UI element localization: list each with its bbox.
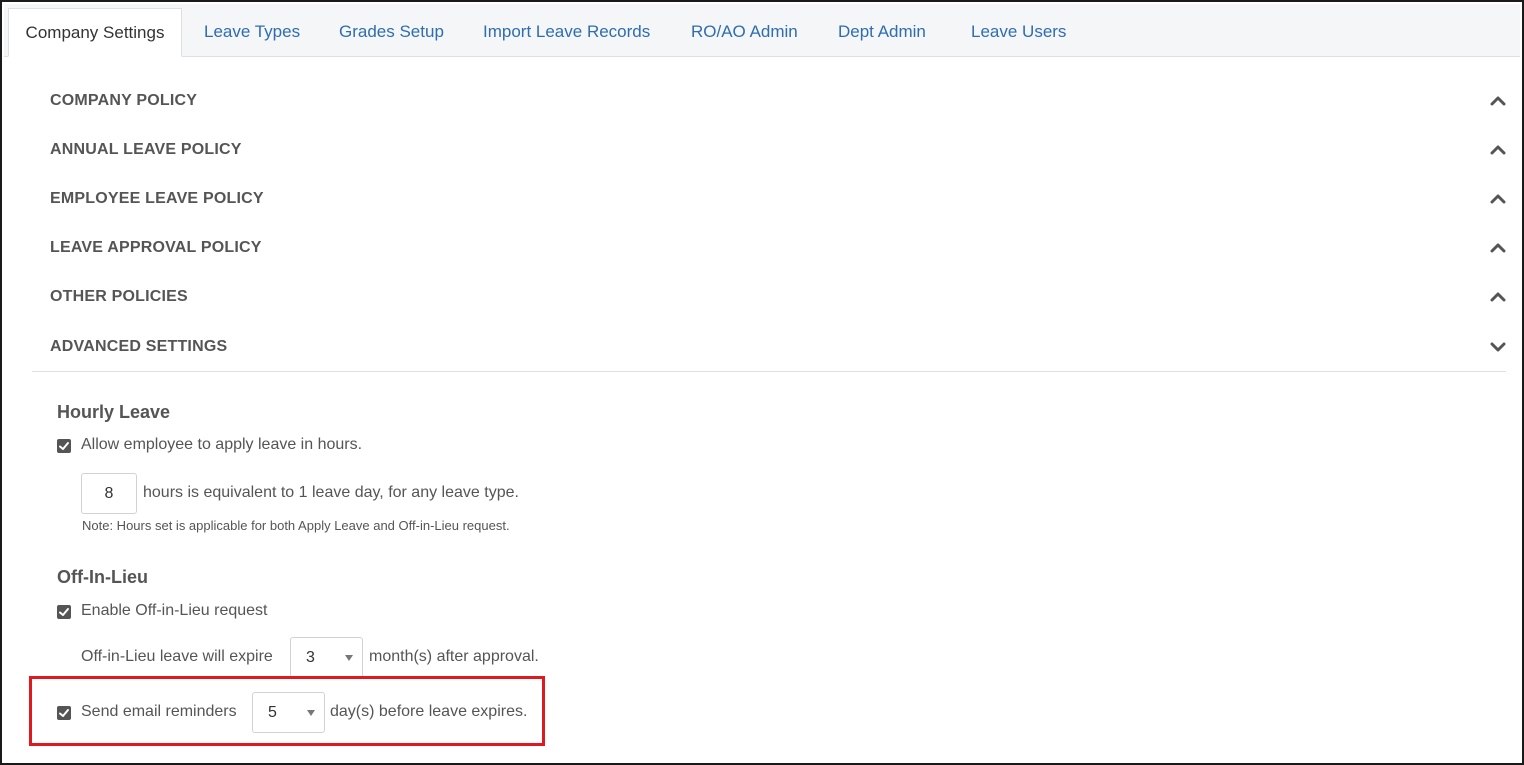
accordion-title: ADVANCED SETTINGS: [50, 338, 228, 355]
hours-note: Note: Hours set is applicable for both A…: [82, 518, 510, 533]
enable-off-in-lieu-label: Enable Off-in-Lieu request: [81, 602, 268, 619]
expire-prefix-label: Off-in-Lieu leave will expire: [81, 648, 273, 665]
accordion-title: LEAVE APPROVAL POLICY: [50, 239, 262, 256]
accordion-annual-leave-policy[interactable]: ANNUAL LEAVE POLICY: [50, 130, 1506, 170]
hours-per-day-input[interactable]: 8: [81, 473, 137, 514]
chevron-up-icon[interactable]: [1490, 93, 1506, 109]
accordion-employee-leave-policy[interactable]: EMPLOYEE LEAVE POLICY: [50, 179, 1506, 219]
tab-leave-users[interactable]: Leave Users: [971, 8, 1066, 57]
accordion-leave-approval-policy[interactable]: LEAVE APPROVAL POLICY: [50, 228, 1506, 268]
tab-import-leave-records[interactable]: Import Leave Records: [483, 8, 650, 57]
chevron-up-icon[interactable]: [1490, 289, 1506, 305]
chevron-up-icon[interactable]: [1490, 142, 1506, 158]
accordion-title: COMPANY POLICY: [50, 92, 198, 109]
section-divider: [32, 371, 1506, 372]
accordion-title: OTHER POLICIES: [50, 288, 188, 305]
tab-dept-admin[interactable]: Dept Admin: [838, 8, 926, 57]
settings-window: Company Settings Leave Types Grades Setu…: [0, 0, 1524, 765]
chevron-down-icon[interactable]: [1490, 339, 1506, 355]
tab-company-settings[interactable]: Company Settings: [8, 8, 182, 57]
hourly-leave-heading: Hourly Leave: [57, 402, 171, 422]
accordion-title: EMPLOYEE LEAVE POLICY: [50, 190, 264, 207]
chevron-up-icon[interactable]: [1490, 240, 1506, 256]
caret-down-icon: [345, 655, 353, 661]
highlight-box: [29, 676, 545, 746]
expire-suffix-label: month(s) after approval.: [369, 648, 539, 665]
chevron-up-icon[interactable]: [1490, 191, 1506, 207]
expire-months-value: 3: [306, 649, 315, 666]
check-icon: [59, 442, 69, 450]
allow-hourly-checkbox[interactable]: [57, 439, 71, 453]
tab-bar: Company Settings Leave Types Grades Setu…: [4, 4, 1520, 57]
accordion-title: ANNUAL LEAVE POLICY: [50, 141, 242, 158]
tab-ro-ao-admin[interactable]: RO/AO Admin: [691, 8, 798, 57]
accordion-company-policy[interactable]: COMPANY POLICY: [50, 81, 1506, 121]
enable-off-in-lieu-checkbox[interactable]: [57, 605, 71, 619]
allow-hourly-label: Allow employee to apply leave in hours.: [81, 436, 363, 453]
hours-equivalent-label: hours is equivalent to 1 leave day, for …: [143, 484, 519, 501]
check-icon: [59, 608, 69, 616]
tab-grades-setup[interactable]: Grades Setup: [339, 8, 444, 57]
accordion-other-policies[interactable]: OTHER POLICIES: [50, 277, 1506, 317]
tab-leave-types[interactable]: Leave Types: [204, 8, 300, 57]
off-in-lieu-heading: Off-In-Lieu: [57, 567, 148, 587]
accordion-advanced-settings[interactable]: ADVANCED SETTINGS: [50, 327, 1506, 367]
expire-months-select[interactable]: 3: [290, 637, 363, 678]
